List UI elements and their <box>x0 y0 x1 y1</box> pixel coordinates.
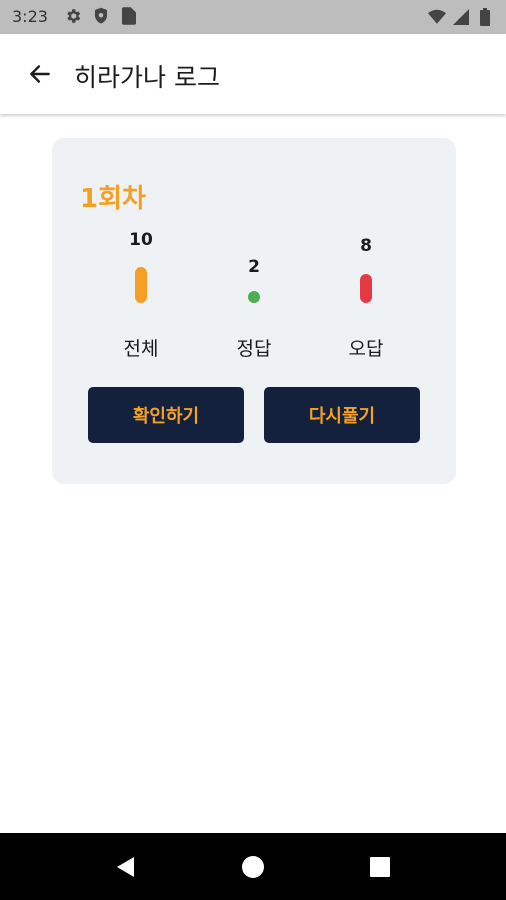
wifi-icon <box>428 8 446 26</box>
status-right-icons <box>428 8 494 26</box>
signal-icon <box>452 8 470 26</box>
system-nav-bar <box>0 833 506 900</box>
retry-button[interactable]: 다시풀기 <box>264 387 420 443</box>
stat-wrong-bar <box>360 274 372 303</box>
sim-card-icon <box>120 7 138 25</box>
status-time: 3:23 <box>12 7 48 26</box>
result-card: 1회차 10 전체 2 정답 8 오답 확인하기 다시풀기 <box>52 138 456 484</box>
check-button[interactable]: 확인하기 <box>88 387 244 443</box>
stat-correct-label: 정답 <box>236 338 272 360</box>
stat-total-value: 10 <box>129 230 153 250</box>
stat-wrong-label: 오답 <box>348 338 384 360</box>
gear-icon <box>64 7 82 25</box>
back-button[interactable] <box>22 56 58 92</box>
shield-icon <box>92 7 110 25</box>
page-title: 히라가나 로그 <box>74 63 220 92</box>
stat-total-label: 전체 <box>123 338 159 360</box>
stat-wrong-value: 8 <box>360 236 372 256</box>
stat-correct: 2 정답 <box>204 138 304 378</box>
stat-correct-value: 2 <box>248 257 260 277</box>
stat-total: 10 전체 <box>91 138 191 378</box>
recents-square-icon <box>370 857 390 877</box>
status-left-icons <box>64 7 138 25</box>
arrow-left-icon <box>30 65 50 83</box>
back-triangle-icon <box>117 857 134 877</box>
app-bar: 히라가나 로그 <box>0 34 506 114</box>
status-bar: 3:23 <box>0 0 506 34</box>
nav-recents-button[interactable] <box>366 853 394 881</box>
stat-correct-bar <box>248 291 260 303</box>
nav-back-button[interactable] <box>112 853 140 881</box>
nav-home-button[interactable] <box>239 853 267 881</box>
battery-icon <box>476 8 494 26</box>
stat-wrong: 8 오답 <box>316 138 416 378</box>
stat-total-bar <box>135 267 147 303</box>
home-circle-icon <box>242 856 264 878</box>
